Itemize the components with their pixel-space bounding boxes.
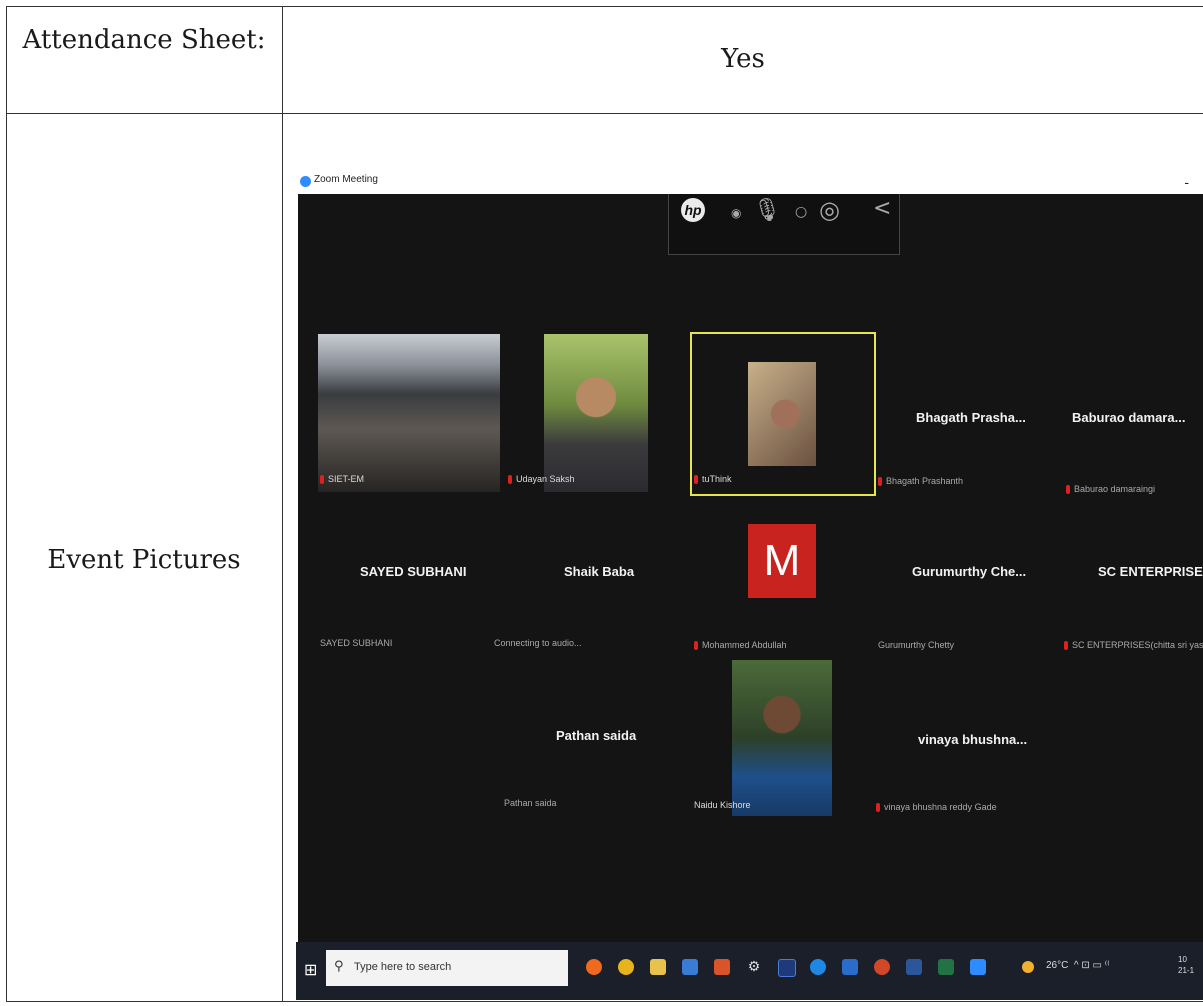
participant-name-sc-enterprises: SC ENTERPRISES(chitta sri yas	[1064, 640, 1203, 651]
participant-video-udayan	[544, 334, 648, 492]
app-icon[interactable]	[842, 959, 858, 975]
windows-taskbar: ⊞ ⚲ Type here to search ⚙ 26°C ^ ⊡ ▭ ⁽⁽ …	[296, 942, 1203, 1000]
weather-icon	[1022, 961, 1034, 973]
participant-name-naidu: Naidu Kishore	[694, 800, 751, 810]
participant-name-guru: Gurumurthy Chetty	[878, 640, 955, 650]
search-placeholder: Type here to search	[354, 961, 452, 973]
minimize-button[interactable]: -	[1184, 174, 1189, 190]
collapse-chevron-icon[interactable]: <	[873, 196, 891, 221]
word-icon[interactable]	[906, 959, 922, 975]
table-border-left	[6, 6, 7, 1002]
edge-icon[interactable]	[810, 959, 826, 975]
camera-dot-icon[interactable]: ◉	[731, 206, 741, 220]
taskbar-clock: 10 21-1	[1178, 955, 1195, 975]
participant-tile-sc-enterprises: SC ENTERPRISES...	[1098, 564, 1203, 579]
table-border-middle	[6, 113, 1203, 114]
microphone-icon[interactable]: 🎙	[753, 198, 781, 223]
muted-mic-icon	[1064, 641, 1068, 651]
participant-video-naidu	[732, 660, 832, 816]
zoom-taskbar-icon[interactable]	[970, 959, 986, 975]
participant-name-vinaya: vinaya bhushna reddy Gade	[876, 802, 997, 813]
participant-video-tuthink	[748, 362, 816, 466]
meeting-gallery: hp ◉ 🎙 ○ ◎ < SIET-EM Udayan Saksh tuThin…	[298, 194, 1203, 958]
muted-mic-icon	[878, 477, 882, 487]
participant-name-pathan: Pathan saida	[504, 798, 557, 808]
muted-mic-icon	[876, 803, 880, 813]
participant-name-baburao: Baburao damaraingi	[1066, 484, 1155, 495]
muted-mic-icon	[508, 475, 512, 485]
file-explorer-icon[interactable]	[650, 959, 666, 975]
taskbar-search-box[interactable]: ⚲ Type here to search	[326, 950, 568, 986]
attendance-sheet-label: Attendance Sheet:	[22, 25, 266, 55]
participant-status-shaik: Connecting to audio...	[494, 638, 582, 648]
participant-name-mohammed: Mohammed Abdullah	[694, 640, 787, 651]
settings-gear-icon[interactable]: ⚙	[746, 959, 762, 975]
zoom-title-bar: Zoom Meeting -	[296, 170, 1203, 194]
touch-icon[interactable]: ◎	[819, 196, 840, 224]
app-icon[interactable]	[714, 959, 730, 975]
muted-mic-icon	[694, 475, 698, 485]
muted-mic-icon	[694, 641, 698, 651]
powerpoint-icon[interactable]	[874, 959, 890, 975]
hp-control-bar: hp ◉ 🎙 ○ ◎ <	[668, 194, 900, 255]
table-border-divider	[282, 6, 283, 1002]
windows-start-icon[interactable]: ⊞	[304, 960, 317, 979]
system-tray-icons[interactable]: ^ ⊡ ▭ ⁽⁽	[1074, 960, 1110, 971]
app-icon[interactable]	[682, 959, 698, 975]
participant-tile-guru: Gurumurthy Che...	[912, 564, 1027, 579]
participant-tile-pathan: Pathan saida	[556, 728, 637, 743]
app-icon[interactable]	[778, 959, 796, 977]
chrome-icon[interactable]	[618, 959, 634, 975]
participant-name-siet-em: SIET-EM	[320, 474, 364, 485]
participant-name-bhagath: Bhagath Prashanth	[878, 476, 963, 487]
participant-name-tuthink: tuThink	[694, 474, 732, 485]
participant-tile-vinaya: vinaya bhushna...	[918, 732, 1028, 747]
participant-tile-bhagath: Bhagath Prasha...	[916, 410, 1026, 425]
participant-tile-baburao: Baburao damara...	[1072, 410, 1186, 425]
firefox-icon[interactable]	[586, 959, 602, 975]
hp-logo-icon: hp	[681, 198, 705, 222]
weather-temperature: 26°C ^ ⊡ ▭ ⁽⁽	[1046, 960, 1110, 971]
search-icon: ⚲	[334, 959, 344, 974]
event-picture-screenshot: Zoom Meeting - hp ◉ 🎙 ○ ◎ < SIET-EM Uday…	[296, 170, 1203, 1000]
participant-name-udayan: Udayan Saksh	[508, 474, 575, 485]
participant-tile-sayed: SAYED SUBHANI	[360, 564, 467, 579]
event-pictures-label: Event Pictures	[47, 545, 241, 575]
table-border-top	[6, 6, 1203, 7]
excel-icon[interactable]	[938, 959, 954, 975]
participant-avatar-mohammed: M	[748, 524, 816, 598]
circle-icon[interactable]: ○	[795, 204, 807, 220]
muted-mic-icon	[1066, 485, 1070, 495]
participant-tile-shaik: Shaik Baba	[564, 564, 635, 579]
participant-name-sayed: SAYED SUBHANI	[320, 638, 393, 648]
muted-mic-icon	[320, 475, 324, 485]
attendance-sheet-value: Yes	[721, 44, 765, 74]
zoom-logo-icon	[300, 176, 311, 187]
participant-video-siet-em	[318, 334, 500, 492]
zoom-window-title: Zoom Meeting	[314, 174, 378, 185]
table-border-bottom	[6, 1001, 1203, 1002]
